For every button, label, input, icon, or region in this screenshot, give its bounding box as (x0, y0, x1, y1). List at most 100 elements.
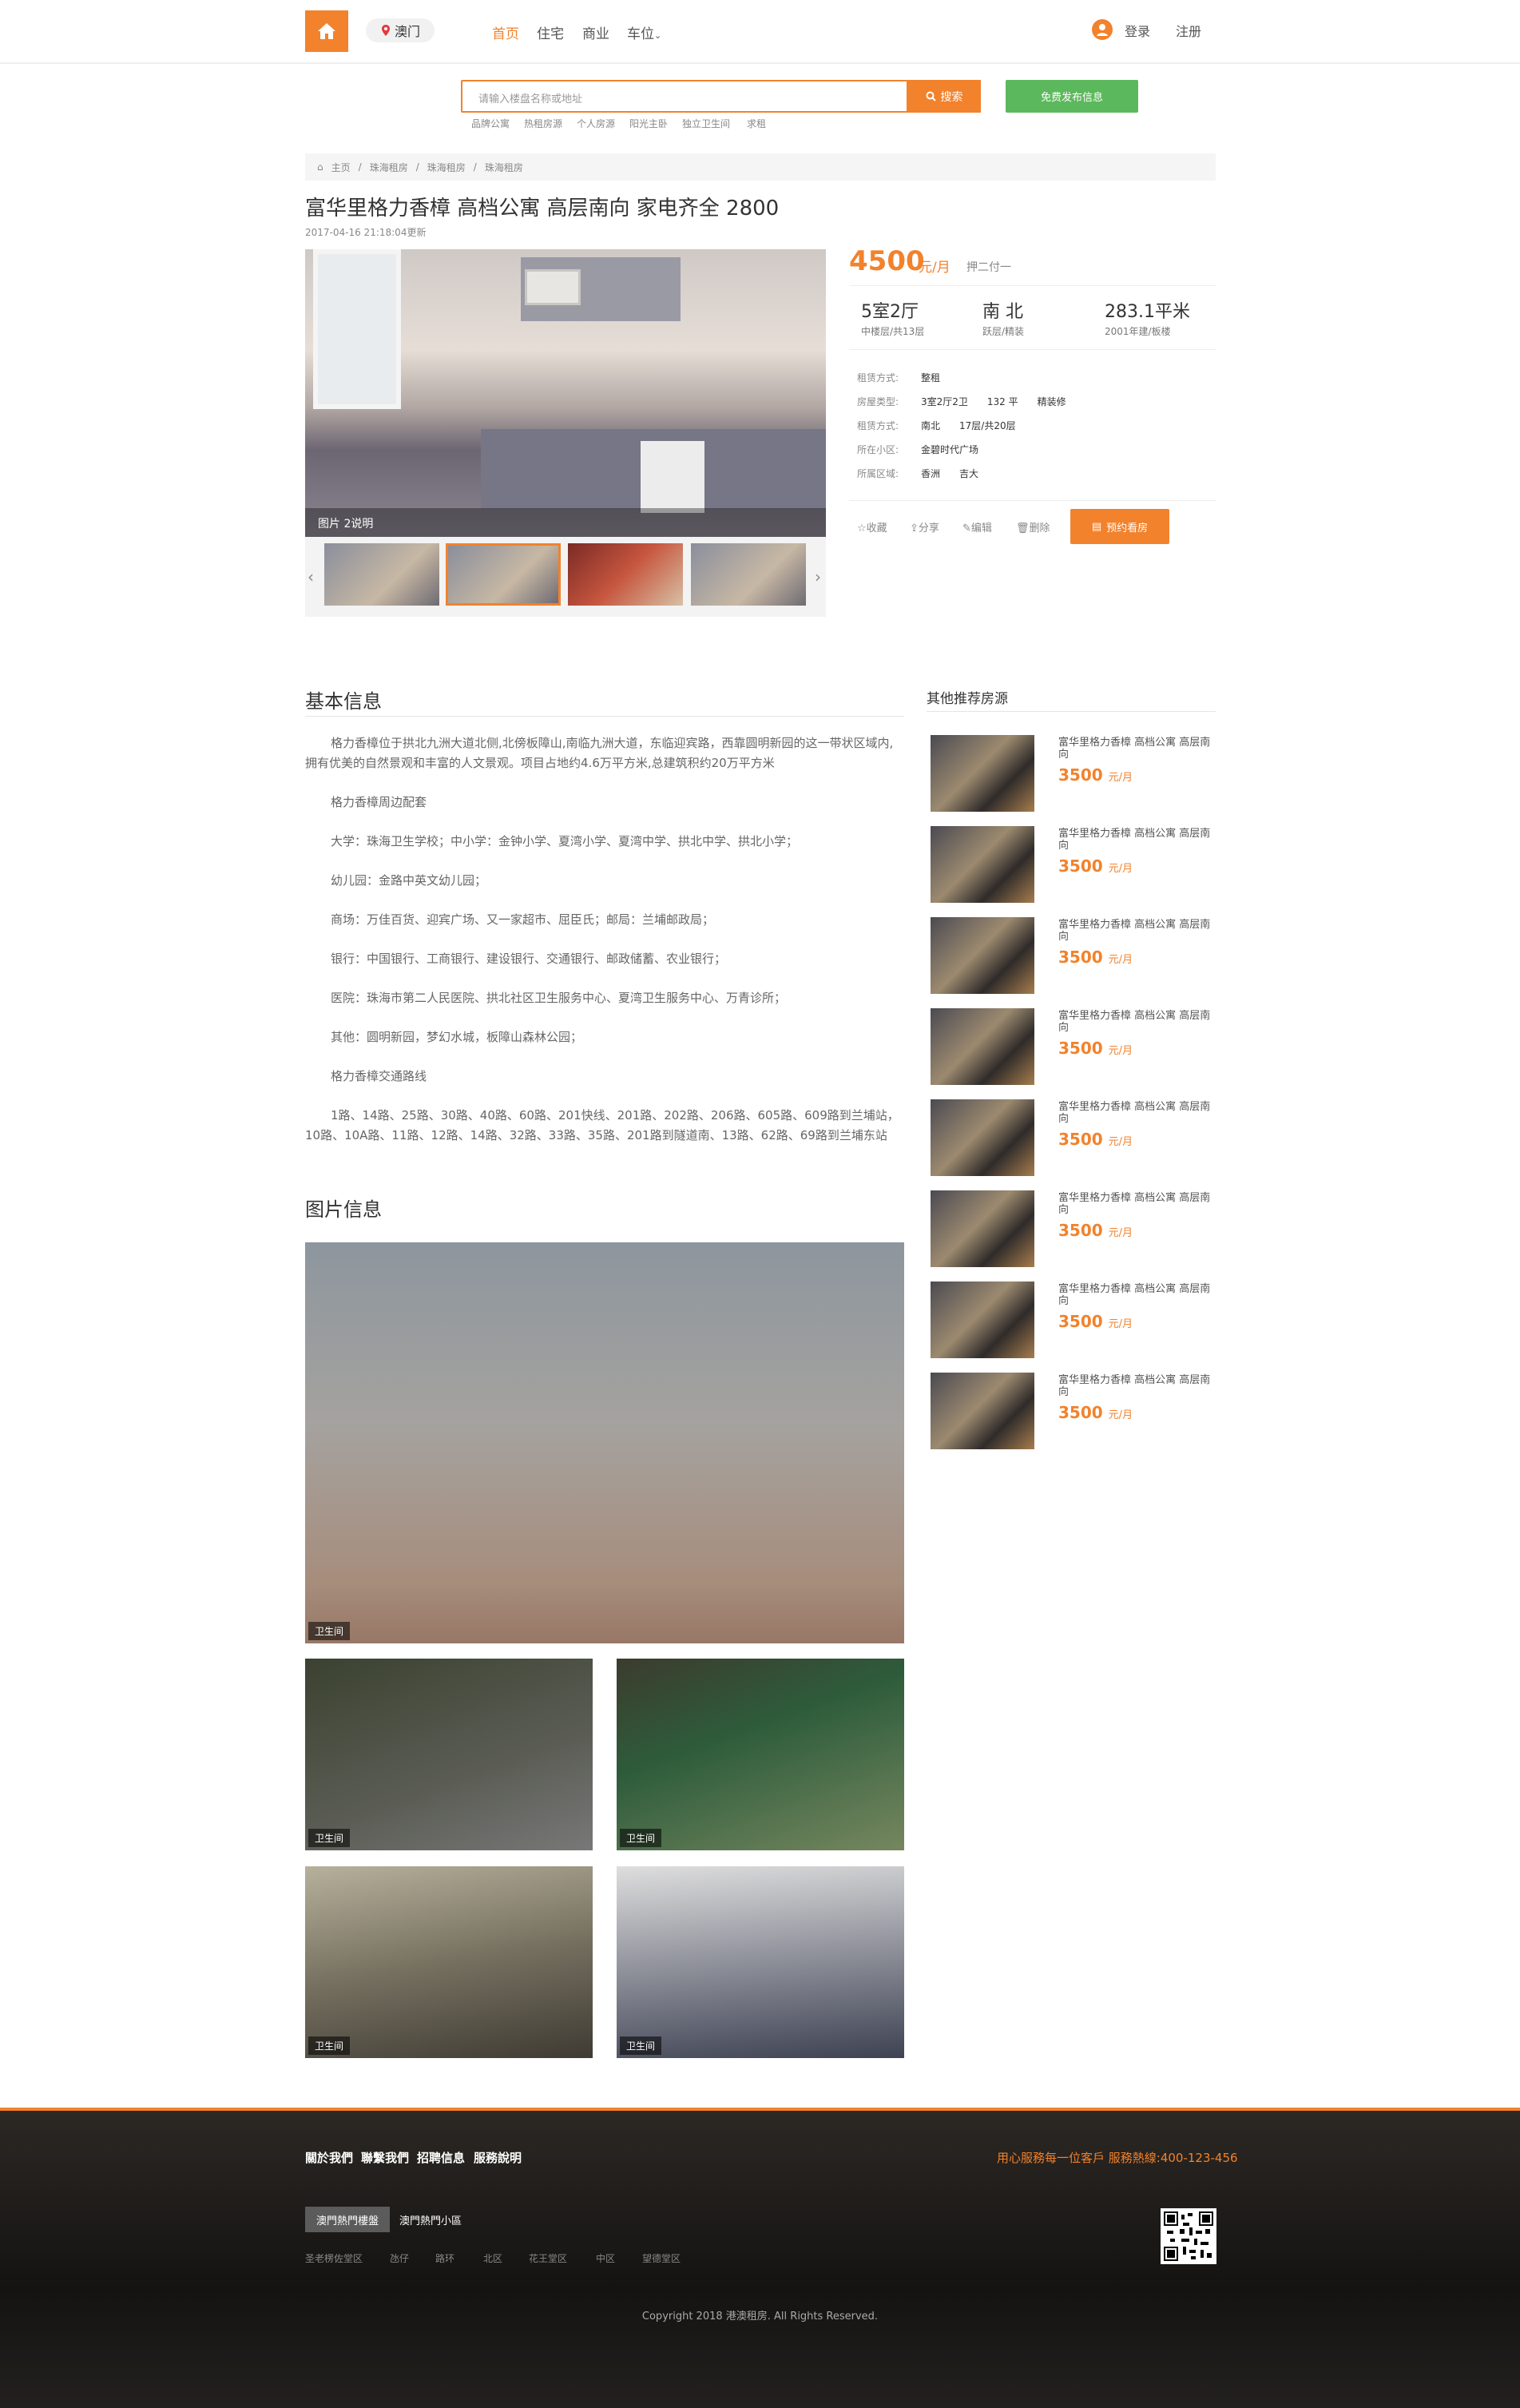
recommend-title[interactable]: 富华里格力香樟 高档公寓 高层南向 (1058, 1374, 1218, 1398)
chevron-down-icon: ⌄ (654, 30, 662, 41)
home-icon (318, 23, 335, 39)
layout-value: 5室2厅 (861, 302, 919, 322)
nav-parking[interactable]: 车位⌄ (627, 22, 661, 42)
nav-residential[interactable]: 住宅 (537, 22, 564, 42)
breadcrumb: ⌂ 主页 / 珠海租房 / 珠海租房 / 珠海租房 (305, 153, 1216, 181)
footer-link[interactable]: 關於我們 (305, 2149, 353, 2166)
breadcrumb-item[interactable]: 主页 (331, 161, 351, 174)
search-button[interactable]: 搜索 (907, 80, 981, 113)
login-link[interactable]: 登录 (1125, 21, 1150, 40)
recommend-title[interactable]: 富华里格力香樟 高档公寓 高层南向 (1058, 919, 1218, 943)
delete-action[interactable]: 🗑删除 (1016, 519, 1050, 534)
room-photo[interactable]: 卫生间 (305, 1866, 593, 2058)
thumbnail[interactable] (568, 543, 683, 606)
footer-link[interactable]: 聯繫我們 (361, 2149, 409, 2166)
publish-button[interactable]: 免费发布信息 (1006, 80, 1138, 113)
hot-keyword[interactable]: 品牌公寓 (471, 117, 510, 130)
orientation-value: 南 北 (982, 302, 1023, 322)
area-link[interactable]: 中区 (596, 2251, 615, 2265)
chevron-left-icon[interactable]: ‹ (308, 567, 314, 586)
recommend-title[interactable]: 富华里格力香樟 高档公寓 高层南向 (1058, 1283, 1218, 1307)
home-logo[interactable] (305, 10, 348, 52)
footer-link[interactable]: 招聘信息 (417, 2149, 465, 2166)
payment-terms: 押二付一 (966, 261, 1011, 274)
footer-tab[interactable]: 澳門熱門小區 (388, 2207, 473, 2232)
area-link[interactable]: 花王堂区 (529, 2251, 567, 2265)
recommend-title[interactable]: 富华里格力香樟 高档公寓 高层南向 (1058, 737, 1218, 761)
chevron-right-icon[interactable]: › (815, 567, 821, 586)
listing-title: 富华里格力香樟 高档公寓 高层南向 家电齐全 2800 (305, 197, 780, 221)
city-name: 澳门 (395, 24, 421, 39)
room-photo[interactable]: 卫生间 (305, 1659, 593, 1850)
divider (849, 500, 1216, 501)
thumbnail[interactable] (324, 543, 439, 606)
favorite-action[interactable]: ☆收藏 (857, 519, 887, 534)
breadcrumb-item[interactable]: 珠海租房 (427, 161, 466, 174)
area-link[interactable]: 圣老楞佐堂区 (305, 2251, 363, 2265)
area-link[interactable]: 氹仔 (390, 2251, 409, 2265)
recommend-thumbnail[interactable] (931, 1281, 1034, 1358)
recommend-title[interactable]: 富华里格力香樟 高档公寓 高层南向 (1058, 1101, 1218, 1125)
footer-tab-active[interactable]: 澳門熱門樓盤 (305, 2207, 391, 2232)
favorite-label: 收藏 (866, 523, 887, 534)
location-pin-icon (382, 25, 390, 36)
info-paragraph: 银行：中国银行、工商银行、建设银行、交通银行、邮政储蓄、农业银行； (331, 952, 727, 966)
basic-info-heading: 基本信息 (305, 690, 382, 713)
hot-keyword[interactable]: 独立卫生间 (682, 117, 730, 130)
recommend-price-unit: 元/月 (1108, 1136, 1133, 1148)
share-action[interactable]: ⇪分享 (910, 519, 939, 534)
edit-action[interactable]: ✎编辑 (962, 519, 992, 534)
city-selector[interactable]: 澳门 (366, 18, 435, 42)
recommend-thumbnail[interactable] (931, 917, 1034, 994)
info-paragraph: 其他：圆明新园，梦幻水城，板障山森林公园； (331, 1030, 583, 1044)
recommend-thumbnail[interactable] (931, 1373, 1034, 1449)
recommend-thumbnail[interactable] (931, 826, 1034, 903)
search-input[interactable]: 请输入楼盘名称或地址 (461, 80, 908, 113)
hot-keyword[interactable]: 个人房源 (577, 117, 615, 130)
detail-label: 所在小区: (857, 444, 899, 455)
recommend-thumbnail[interactable] (931, 1190, 1034, 1267)
info-paragraph: 幼儿园：金路中英文幼儿园； (331, 873, 487, 888)
home-icon: ⌂ (317, 161, 323, 173)
search-button-label: 搜索 (940, 90, 963, 104)
detail-value: 3室2厅2卫 132 平 精装修 (921, 396, 1066, 407)
dishwasher (641, 441, 704, 513)
recommend-title[interactable]: 富华里格力香樟 高档公寓 高层南向 (1058, 1192, 1218, 1216)
info-paragraph: 大学：珠海卫生学校；中小学：金钟小学、夏湾小学、夏湾中学、拱北中学、拱北小学； (331, 834, 799, 848)
photo-tag: 卫生间 (308, 1829, 351, 1847)
thumbnail-selected[interactable] (446, 543, 561, 606)
recommend-title[interactable]: 富华里格力香樟 高档公寓 高层南向 (1058, 1010, 1218, 1034)
detail-label: 所属区域: (857, 468, 899, 479)
recommend-price-value: 3500 (1058, 948, 1103, 967)
room-photo[interactable]: 卫生间 (305, 1242, 904, 1643)
recommend-price-unit: 元/月 (1108, 863, 1133, 875)
area-link[interactable]: 望德堂区 (642, 2251, 681, 2265)
thumbnail[interactable] (691, 543, 806, 606)
hot-keyword[interactable]: 求租 (747, 117, 766, 130)
nav-home[interactable]: 首页 (492, 22, 519, 42)
service-hotline: 用心服務每一位客戶 服務熱線:400-123-456 (997, 2151, 1238, 2165)
area-link[interactable]: 北区 (483, 2251, 502, 2265)
room-photo[interactable]: 卫生间 (617, 1659, 904, 1850)
info-paragraph: 商场：万佳百货、迎宾广场、又一家超市、屈臣氏；邮局：兰埔邮政局； (331, 912, 715, 927)
recommend-thumbnail[interactable] (931, 735, 1034, 812)
footer-link[interactable]: 服務說明 (474, 2149, 522, 2166)
delete-label: 删除 (1029, 523, 1050, 534)
recommend-title[interactable]: 富华里格力香樟 高档公寓 高层南向 (1058, 828, 1218, 852)
photo-info-heading: 图片信息 (305, 1198, 382, 1221)
hot-keyword[interactable]: 热租房源 (524, 117, 562, 130)
recommend-thumbnail[interactable] (931, 1099, 1034, 1176)
recommend-price-value: 3500 (1058, 765, 1103, 785)
recommend-price-unit: 元/月 (1108, 772, 1133, 784)
main-photo[interactable] (305, 249, 826, 537)
breadcrumb-item[interactable]: 珠海租房 (370, 161, 408, 174)
info-paragraph: 医院：珠海市第二人民医院、拱北社区卫生服务中心、夏湾卫生服务中心、万青诊所； (331, 991, 787, 1005)
hot-keyword[interactable]: 阳光主卧 (629, 117, 668, 130)
register-link[interactable]: 注册 (1176, 21, 1201, 40)
room-photo[interactable]: 卫生间 (617, 1866, 904, 2058)
area-link[interactable]: 路环 (435, 2251, 454, 2265)
nav-commercial[interactable]: 商业 (582, 22, 609, 42)
recommend-thumbnail[interactable] (931, 1008, 1034, 1085)
breadcrumb-item[interactable]: 珠海租房 (485, 161, 523, 174)
book-viewing-button[interactable]: ▤ 预约看房 (1070, 509, 1169, 544)
